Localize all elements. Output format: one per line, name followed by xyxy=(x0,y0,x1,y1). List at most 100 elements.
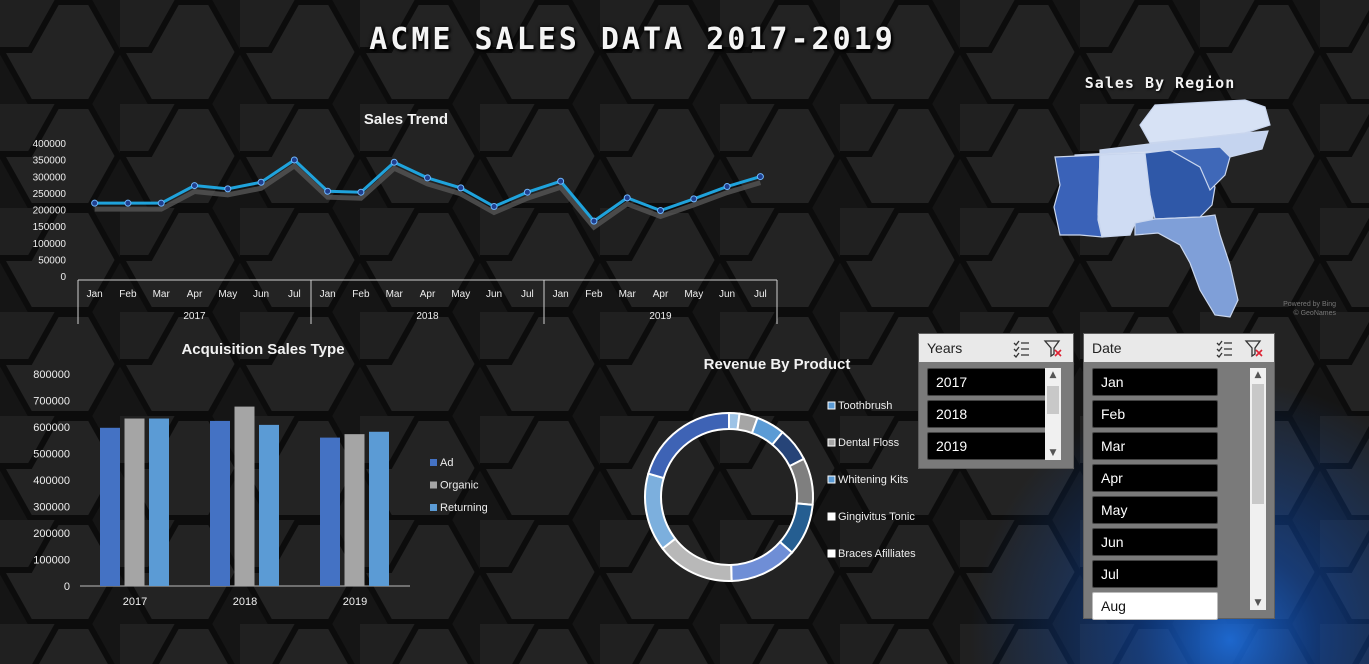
dashboard-title: ACME SALES DATA 2017-2019 xyxy=(369,22,896,57)
x-month-label: Jan xyxy=(87,289,103,300)
trend-point xyxy=(157,199,165,207)
donut-slice xyxy=(644,472,677,550)
slicer-item-jul[interactable]: Jul xyxy=(1092,560,1218,588)
legend-swatch xyxy=(827,549,836,558)
trend-point xyxy=(324,187,332,195)
x-month-label: Jan xyxy=(553,289,569,300)
trend-point xyxy=(124,199,132,207)
trend-point xyxy=(224,185,232,193)
clear-filter-icon[interactable] xyxy=(1244,338,1264,358)
legend-label: Gingivitus Tonic xyxy=(838,511,915,523)
revenue-by-product-chart: Revenue By Product Toothbrush Dental Floss… xyxy=(644,356,916,582)
years-slicer-header: Years xyxy=(919,334,1073,362)
southeast-us-map[interactable] xyxy=(1040,95,1340,325)
slicer-item-apr[interactable]: Apr xyxy=(1092,464,1218,492)
slicer-item-2019[interactable]: 2019 xyxy=(927,432,1053,460)
x-category-label: 2019 xyxy=(343,596,367,608)
x-month-label: Jul xyxy=(754,289,767,300)
y-tick-label: 100000 xyxy=(33,239,67,250)
x-month-label: Jan xyxy=(320,289,336,300)
x-month-label: Apr xyxy=(187,289,203,300)
slicer-item-2017[interactable]: 2017 xyxy=(927,368,1053,396)
years-slicer-scrollbar[interactable]: ▲ ▼ xyxy=(1045,368,1061,460)
date-slicer: Date Jan Feb Mar Apr May Jun Jul Aug ▲ ▼ xyxy=(1083,333,1275,620)
trend-point xyxy=(390,158,398,166)
trend-point xyxy=(623,194,631,202)
legend-label: Whitening Kits xyxy=(838,474,909,486)
y-tick-label: 600000 xyxy=(33,422,70,434)
x-month-label: Feb xyxy=(585,289,603,300)
legend-swatch xyxy=(430,504,437,511)
legend-label: Returning xyxy=(440,502,488,514)
trend-point xyxy=(290,156,298,164)
x-month-label: May xyxy=(684,289,703,300)
scroll-up-icon[interactable]: ▲ xyxy=(1250,368,1266,382)
map-region-florida xyxy=(1134,214,1239,318)
legend-swatch xyxy=(430,481,437,489)
date-slicer-list: Jan Feb Mar Apr May Jun Jul Aug xyxy=(1092,368,1218,624)
trend-point xyxy=(457,184,465,192)
trend-point xyxy=(257,178,265,186)
y-tick-label: 500000 xyxy=(33,449,70,461)
donut-slice xyxy=(730,540,794,582)
date-slicer-scrollbar[interactable]: ▲ ▼ xyxy=(1250,368,1266,610)
donut-slice xyxy=(661,537,733,582)
x-month-label: Jun xyxy=(719,289,735,300)
date-slicer-header: Date xyxy=(1084,334,1274,362)
scroll-thumb[interactable] xyxy=(1047,386,1059,414)
legend-label: Organic xyxy=(440,480,479,492)
y-tick-label: 300000 xyxy=(33,502,70,514)
years-slicer-title: Years xyxy=(927,340,963,356)
x-month-label: Jul xyxy=(288,289,301,300)
scroll-down-icon[interactable]: ▼ xyxy=(1045,446,1061,460)
bar-ad xyxy=(320,437,340,586)
y-tick-label: 0 xyxy=(60,272,66,283)
x-month-label: Feb xyxy=(119,289,137,300)
y-tick-label: 400000 xyxy=(33,139,67,150)
scroll-down-icon[interactable]: ▼ xyxy=(1250,596,1266,610)
bar-organic xyxy=(124,418,145,586)
map-title: Sales By Region xyxy=(1084,74,1236,92)
x-month-label: Feb xyxy=(352,289,370,300)
x-month-label: Apr xyxy=(420,289,436,300)
sales-trend-chart: Sales Trend 400000 350000 300000 250000 20000… xyxy=(33,111,778,324)
slicer-item-jan[interactable]: Jan xyxy=(1092,368,1218,396)
sales-trend-title: Sales Trend xyxy=(364,111,448,128)
legend-label: Dental Floss xyxy=(838,437,900,449)
slicer-item-aug[interactable]: Aug xyxy=(1092,592,1218,620)
scroll-up-icon[interactable]: ▲ xyxy=(1045,368,1061,382)
clear-filter-icon[interactable] xyxy=(1043,338,1063,358)
trend-point xyxy=(357,188,365,196)
years-slicer: Years 2017 2018 2019 ▲ ▼ xyxy=(918,333,1074,469)
legend-swatch xyxy=(827,475,836,484)
multi-select-icon[interactable] xyxy=(1214,338,1234,358)
slicer-item-feb[interactable]: Feb xyxy=(1092,400,1218,428)
scroll-thumb[interactable] xyxy=(1252,384,1264,504)
bar-returning xyxy=(259,424,279,586)
bar-returning xyxy=(369,431,389,586)
map-credit-line-1: Powered by Bing xyxy=(1283,301,1336,308)
legend-label: Ad xyxy=(440,457,453,469)
trend-point xyxy=(723,183,731,191)
multi-select-icon[interactable] xyxy=(1011,338,1031,358)
legend-swatch xyxy=(827,438,836,447)
slicer-item-2018[interactable]: 2018 xyxy=(927,400,1053,428)
y-tick-label: 250000 xyxy=(33,189,67,200)
revenue-title: Revenue By Product xyxy=(704,356,851,373)
bar-organic xyxy=(344,434,365,586)
y-tick-label: 200000 xyxy=(33,206,67,217)
donut-slice xyxy=(788,457,814,506)
trend-point xyxy=(657,207,664,214)
x-year-label: 2018 xyxy=(416,311,439,322)
y-tick-label: 400000 xyxy=(33,475,70,487)
trend-point xyxy=(523,188,531,196)
x-month-label: May xyxy=(451,289,470,300)
donut-slice xyxy=(647,411,730,480)
y-tick-label: 800000 xyxy=(33,369,70,381)
trend-point xyxy=(191,182,198,190)
slicer-item-may[interactable]: May xyxy=(1092,496,1218,524)
trend-point xyxy=(590,217,598,225)
slicer-item-jun[interactable]: Jun xyxy=(1092,528,1218,556)
trend-point xyxy=(91,199,99,207)
slicer-item-mar[interactable]: Mar xyxy=(1092,432,1218,460)
